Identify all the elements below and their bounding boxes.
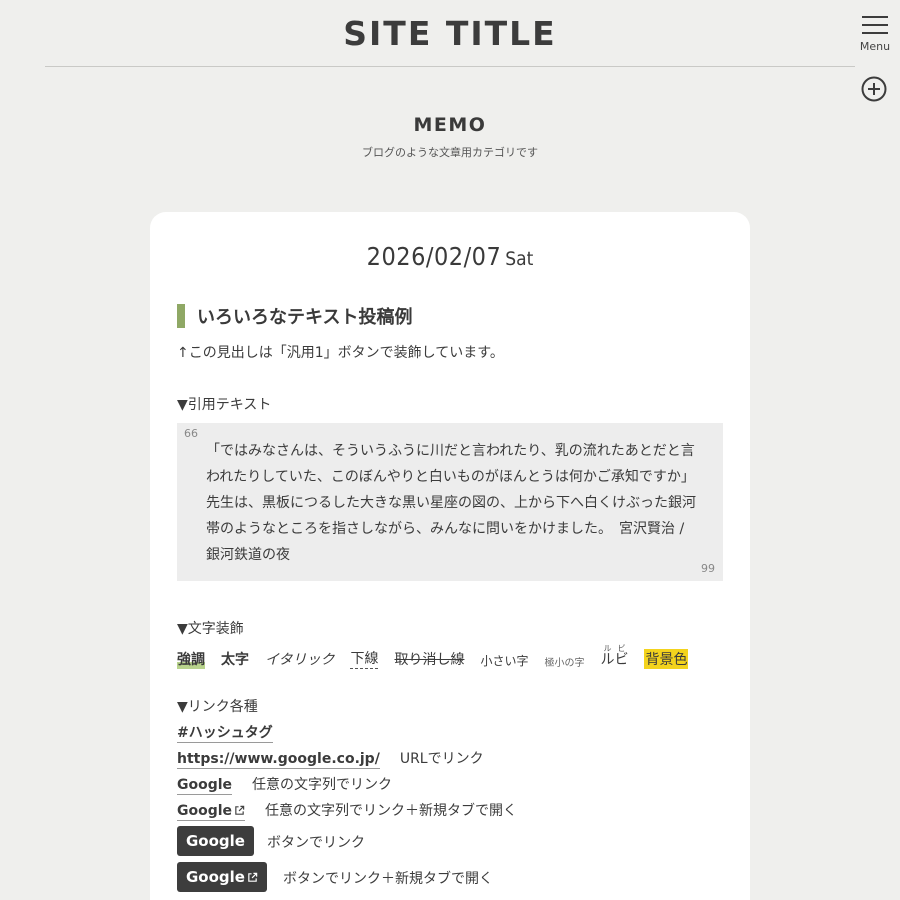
sample-background-color: 背景色 [644,649,689,669]
url-link[interactable]: https://www.google.co.jp/ [177,751,380,769]
button-newtab-note: ボタンでリンク＋新規タブで開く [283,871,493,887]
hashtag-row: #ハッシュタグ [177,722,273,743]
post-heading-text: いろいろなテキスト投稿例 [197,307,413,328]
sample-ruby: ルビルビ [600,644,628,669]
post-date-value: 2026/02/07 [366,242,502,271]
quote-section-label: ▼引用テキスト [177,397,272,413]
quote-open-icon: 66 [184,427,198,440]
ruby-base: ルビ [600,652,629,668]
text-decoration-samples: 強調 太字 イタリック 下線 取り消し線 小さい字 極小の字 ルビルビ 背景色 [177,644,704,669]
external-link-icon [235,805,245,815]
url-link-row: https://www.google.co.jp/URLでリンク [177,748,484,769]
hashtag-link[interactable]: #ハッシュタグ [177,725,273,743]
add-circle-button[interactable] [860,75,888,103]
google-button-newtab-link[interactable]: Google [177,862,267,892]
sample-italic: イタリック [265,652,335,668]
sample-strikethrough: 取り消し線 [394,652,465,668]
site-title[interactable]: SITE TITLE [0,14,900,53]
plus-circle-icon [861,76,887,102]
quote-close-icon: 99 [701,562,715,575]
google-button-newtab-label: Google [186,868,245,886]
quote-text: 「ではみなさんは、そういうふうに川だと言われたり、乳の流れたあとだと言われたりし… [206,443,696,563]
text-link-newtab[interactable]: Google [177,803,246,821]
link-section-label: ▼リンク各種 [177,699,258,715]
ruby-annotation: ルビ [600,644,629,653]
button-link-note: ボタンでリンク [267,835,365,851]
category-name: MEMO [413,114,487,136]
text-link[interactable]: Google [177,777,233,795]
post-card: 2026/02/07 Sat いろいろなテキスト投稿例 ↑この見出しは「汎用1」ボ… [150,212,750,900]
header-divider [45,66,855,67]
text-link-newtab-row: Google 任意の文字列でリンク＋新規タブで開く [177,800,518,821]
text-link-row: Google 任意の文字列でリンク [177,774,393,795]
google-button-link[interactable]: Google [177,826,254,856]
post-date: 2026/02/07 Sat [150,242,750,271]
sample-small: 小さい字 [480,654,529,668]
text-link-note: 任意の文字列でリンク [252,777,393,793]
post-weekday: Sat [505,248,534,270]
sample-strong: 強調 [177,649,205,669]
heading-accent-bar [177,304,185,328]
post-heading: いろいろなテキスト投稿例 [177,304,412,328]
site-header: SITE TITLE [0,0,900,68]
hamburger-icon [862,14,888,34]
external-link-icon [248,872,258,882]
blockquote: 66 「ではみなさんは、そういうふうに川だと言われたり、乳の流れたあとだと言われ… [177,423,723,581]
sample-xsmall: 極小の字 [544,658,585,669]
google-button-label: Google [186,832,245,850]
url-link-note: URLでリンク [399,751,484,767]
sample-bold: 太字 [221,652,249,668]
menu-label: Menu [859,40,891,53]
category-description: ブログのような文章用カテゴリです [362,146,538,159]
decoration-section-label: ▼文字装飾 [177,621,244,637]
category-header: MEMO ブログのような文章用カテゴリです [0,114,900,160]
text-link-newtab-note: 任意の文字列でリンク＋新規タブで開く [265,803,518,819]
text-link-newtab-label: Google [177,803,233,819]
sample-underline: 下線 [350,648,379,669]
menu-button[interactable]: Menu [855,14,895,58]
heading-note: ↑この見出しは「汎用1」ボタンで装飾しています。 [177,345,504,361]
